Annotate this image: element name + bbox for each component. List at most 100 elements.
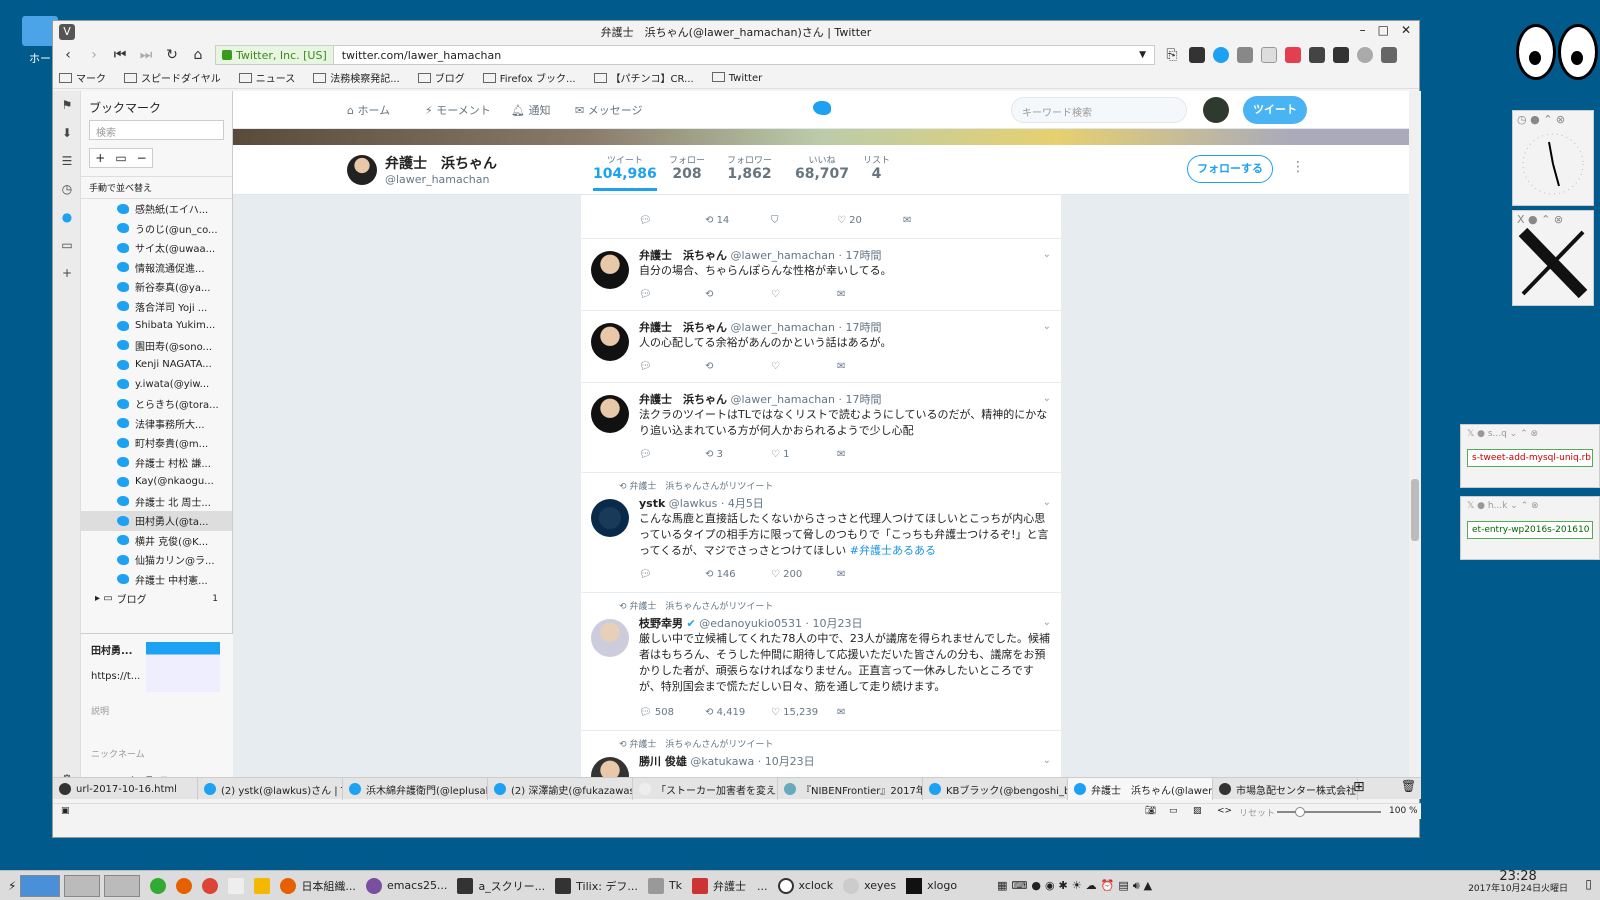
browser-tab[interactable]: 『NIBENFrontier』2017年10: [778, 778, 923, 800]
terminal-widget-1[interactable]: 𝕏 ● s...q ⌄ ⌃ ⊗ s-tweet-add-mysql-uniq.r…: [1460, 424, 1600, 488]
bookmark-bar-item[interactable]: 法務検察発記...: [313, 70, 400, 85]
like-icon[interactable]: ♡: [771, 289, 837, 300]
sidebar-bookmark-item[interactable]: 落合洋司 Yoji ...: [81, 297, 232, 317]
message-icon[interactable]: ✉: [837, 361, 903, 372]
g-extension-icon[interactable]: [1261, 47, 1277, 63]
bookmarks-panel-icon[interactable]: ⚑: [53, 91, 81, 119]
browser-tab[interactable]: 浜木綿弁護衛門(@leplusall: [343, 778, 488, 800]
tweet-avatar[interactable]: [591, 395, 629, 433]
notes-app-icon[interactable]: [254, 877, 271, 894]
like-icon[interactable]: ♡ 1: [771, 449, 837, 460]
tweet-button[interactable]: ツイート: [1243, 96, 1307, 124]
terminal-widget-2-title[interactable]: 𝕏 ● h...k ⌄ ⌃ ⊗: [1461, 497, 1599, 517]
menu-dots-extension-icon[interactable]: [1333, 47, 1349, 63]
new-folder-button[interactable]: ▭: [111, 149, 132, 167]
message-icon[interactable]: ✉: [837, 707, 903, 718]
nav-home[interactable]: ⌂ ホーム: [347, 102, 390, 118]
like-icon[interactable]: ♡ 200: [771, 569, 837, 580]
retweet-icon[interactable]: ⟲ 14: [705, 215, 771, 226]
tweet-item[interactable]: 弁護士 浜ちゃん @lawer_hamachan · 17時間 ⌄ 人の心配して…: [581, 311, 1061, 383]
taskbar-item[interactable]: Tk: [647, 877, 682, 894]
follow-button[interactable]: フォローする: [1187, 155, 1273, 183]
trash-icon[interactable]: 🗑︎: [1401, 779, 1416, 793]
sidebar-bookmark-item[interactable]: 田村勇人(@ta...: [81, 511, 232, 531]
like-icon[interactable]: ♡ 15,239: [771, 707, 837, 718]
sidebar-bookmark-item[interactable]: 弁護士 北 周士...: [81, 492, 232, 512]
scrollbar-thumb[interactable]: [1411, 479, 1419, 541]
avatar[interactable]: [1203, 97, 1229, 123]
twitter-bird-icon[interactable]: [813, 101, 831, 115]
files-icon[interactable]: [228, 877, 245, 894]
show-desktop-icon[interactable]: ▯: [1585, 877, 1592, 891]
chevron-down-icon[interactable]: ⌄: [1043, 497, 1051, 508]
bookmark-bar-item[interactable]: 【パチンコ】CR...: [594, 70, 694, 85]
bookmark-bar-item[interactable]: Twitter: [712, 72, 763, 84]
retweet-icon[interactable]: ⟲ 146: [705, 569, 771, 580]
bookmark-bar-item[interactable]: マーク: [59, 70, 106, 85]
workspace-3[interactable]: [104, 874, 141, 897]
reload-icon[interactable]: ↻: [163, 46, 181, 64]
owl-extension-icon[interactable]: [1189, 47, 1205, 63]
xlogo-title-icons[interactable]: X ● ⌃ ⊗: [1513, 211, 1593, 228]
taskbar-item[interactable]: xclock: [777, 877, 833, 894]
sidebar-bookmark-item[interactable]: 園田寿(@sono...: [81, 336, 232, 356]
tweet-avatar[interactable]: [591, 251, 629, 289]
sidebar-bookmark-item[interactable]: Kay(@nkaogu...: [81, 472, 232, 492]
new-tab-button[interactable]: ⊞: [1353, 779, 1365, 795]
tweet-avatar[interactable]: [591, 499, 629, 537]
page-scrollbar[interactable]: [1409, 91, 1421, 793]
message-icon[interactable]: ✉: [903, 215, 969, 226]
xlogo-widget[interactable]: X ● ⌃ ⊗: [1512, 210, 1594, 306]
chevron-down-icon[interactable]: ⌄: [1043, 617, 1051, 628]
tweet-item[interactable]: ⟲ 弁護士 浜ちゃんさんがリツイート 枝野幸男 ✔ @edanoyukio053…: [581, 593, 1061, 731]
pocket-icon[interactable]: [1285, 47, 1301, 63]
sidebar-bookmark-item[interactable]: 情報流通促進...: [81, 258, 232, 278]
tweet-item[interactable]: ⟲ 弁護士 浜ちゃんさんがリツイート ystk @lawkus · 4月5日 ⌄…: [581, 473, 1061, 593]
taskbar-item[interactable]: a_スクリー...: [457, 877, 545, 894]
shield-icon[interactable]: ⛉: [771, 215, 837, 226]
downloads-icon[interactable]: ⬇: [53, 119, 81, 147]
nav-notifications[interactable]: 🔔︎ 通知: [511, 102, 550, 118]
hat-extension-icon[interactable]: [1381, 47, 1397, 63]
reply-icon[interactable]: 💬︎: [639, 361, 705, 372]
reply-icon[interactable]: 💬︎: [639, 569, 705, 580]
workspace-1[interactable]: [20, 874, 61, 897]
chevron-down-icon[interactable]: ⌄: [1043, 321, 1051, 332]
bookmark-bar-item[interactable]: Firefox ブック...: [483, 70, 576, 85]
bookmark-bar-item[interactable]: ニュース: [239, 70, 296, 85]
home-icon[interactable]: ⌂: [189, 46, 207, 64]
browser-tab[interactable]: KBブラック(@bengoshi_bla: [923, 778, 1068, 800]
terminal-widget-2[interactable]: 𝕏 ● h...k ⌄ ⌃ ⊗ et-entry-wp2016s-201610: [1460, 496, 1600, 560]
sidebar-bookmark-item[interactable]: 法律事務所大...: [81, 414, 232, 434]
sidebar-bookmark-item[interactable]: サイ太(@uwaa...: [81, 238, 232, 258]
hashtag-link[interactable]: #弁護士あるある: [850, 544, 936, 557]
sidebar-bookmark-item[interactable]: とらきち(@tora...: [81, 394, 232, 414]
tweet-item[interactable]: 弁護士 浜ちゃん @lawer_hamachan · 17時間 ⌄ 法クラのツイ…: [581, 383, 1061, 473]
sidebar-bookmark-item[interactable]: 横井 克俊(@K...: [81, 531, 232, 551]
stat-tweets[interactable]: ツイート 104,986: [593, 153, 657, 191]
zoom-reset[interactable]: リセット: [1239, 806, 1275, 819]
retweet-icon[interactable]: ⟲ 4,419: [705, 707, 771, 718]
clock-title-icons[interactable]: ◷ ● ⌃ ⊗: [1513, 111, 1593, 128]
nav-moments[interactable]: ⚡ モーメント: [425, 102, 491, 118]
code-icon[interactable]: <>: [1217, 806, 1232, 816]
tweet-item[interactable]: 弁護士 浜ちゃん @lawer_hamachan · 17時間 ⌄ 自分の場合、…: [581, 239, 1061, 311]
taskbar-item[interactable]: 弁護士 ...: [692, 877, 768, 894]
bookmark-icon[interactable]: ⎘: [1163, 46, 1181, 64]
sidebar-bookmark-item[interactable]: 弁護士 村松 謙...: [81, 453, 232, 473]
sidebar-bookmark-item[interactable]: Shibata Yukim...: [81, 316, 232, 336]
reply-icon[interactable]: 💬︎: [639, 289, 705, 300]
fast-forward-icon[interactable]: ⏭: [137, 46, 155, 64]
page-panel-icon[interactable]: ▭: [53, 231, 81, 259]
image-icon[interactable]: ▨: [1193, 806, 1202, 816]
stat-likes[interactable]: いいね 68,707: [795, 153, 849, 182]
stat-following[interactable]: フォロー 208: [669, 153, 705, 182]
retweet-icon[interactable]: ⟲ 3: [705, 449, 771, 460]
sidebar-bookmark-item[interactable]: 感熱紙(エイハ...: [81, 199, 232, 219]
camera-icon[interactable]: 📷︎: [1145, 806, 1156, 816]
vivaldi-logo-icon[interactable]: V: [59, 24, 75, 40]
zoom-slider[interactable]: [1277, 807, 1381, 817]
more-options-icon[interactable]: ⋮: [1291, 159, 1305, 175]
browser-tab[interactable]: 市場急配センター株式会社: [1213, 778, 1358, 800]
system-tray-icons[interactable]: ▦⌨●◉✱☀☁⏰▤🔊︎▲: [997, 879, 1156, 893]
